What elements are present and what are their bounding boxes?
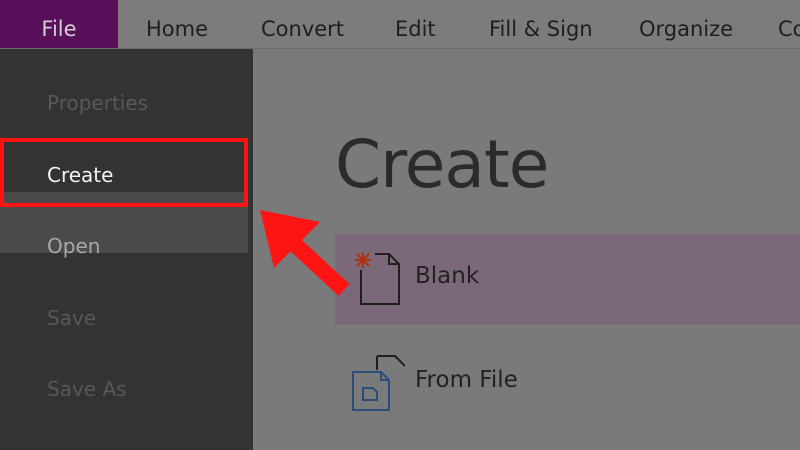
file-sidebar: Properties Create Open Save Save As	[0, 49, 253, 450]
annotation-highlight-box	[0, 138, 248, 207]
tab-edit[interactable]: Edit	[395, 0, 436, 48]
option-blank-label: Blank	[415, 263, 480, 289]
sidebar-item-open[interactable]: Open	[47, 234, 100, 258]
sidebar-item-save-as[interactable]: Save As	[47, 377, 127, 401]
tab-fill-sign[interactable]: Fill & Sign	[489, 0, 593, 48]
option-from-file[interactable]: From File	[335, 338, 800, 429]
sidebar-item-properties[interactable]: Properties	[47, 91, 148, 115]
page-title: Create	[335, 126, 549, 203]
annotation-arrow	[260, 210, 350, 296]
option-from-file-label: From File	[415, 367, 518, 393]
tab-truncated[interactable]: Co	[778, 0, 800, 48]
document-from-file-icon	[349, 350, 406, 418]
sidebar-item-save[interactable]: Save	[47, 306, 96, 330]
tab-home[interactable]: Home	[146, 0, 208, 48]
option-blank[interactable]: Blank	[335, 234, 800, 325]
tab-convert[interactable]: Convert	[261, 0, 344, 48]
tab-organize[interactable]: Organize	[639, 0, 733, 48]
tab-file[interactable]: File	[0, 0, 118, 48]
menu-bar: File Home Convert Edit Fill & Sign Organ…	[0, 0, 800, 49]
